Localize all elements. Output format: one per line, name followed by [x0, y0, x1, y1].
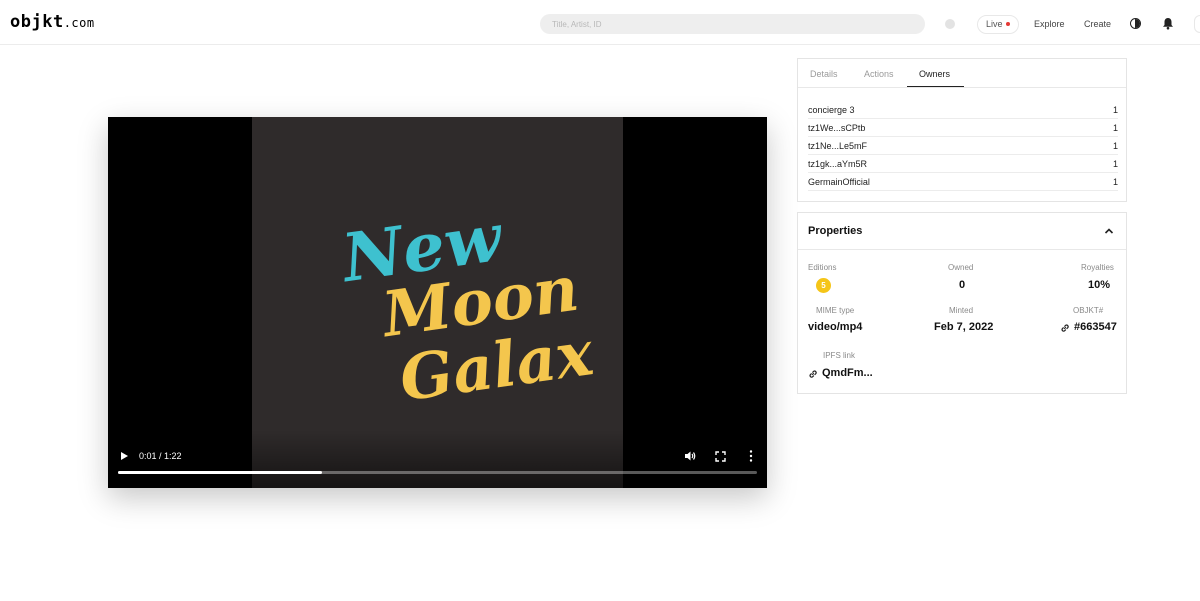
owned-label: Owned	[948, 263, 974, 272]
owner-row: tz1We...sCPtb 1	[808, 119, 1118, 137]
nav-create-link[interactable]: Create	[1084, 19, 1111, 29]
owner-name[interactable]: concierge 3	[808, 105, 855, 115]
owner-row: tz1Ne...Le5mF 1	[808, 137, 1118, 155]
menu-edge-button[interactable]	[1194, 15, 1200, 33]
minted-label: Minted	[949, 306, 974, 315]
royalties-label: Royalties	[1081, 263, 1114, 272]
top-header: objkt.com Live Explore Create	[0, 0, 1200, 45]
chevron-up-icon[interactable]	[1104, 227, 1114, 235]
properties-title: Properties	[808, 225, 863, 237]
active-tab-indicator	[907, 86, 964, 87]
wallet-dot-icon[interactable]	[945, 19, 955, 29]
video-time: 0:01 / 1:22	[139, 451, 182, 461]
owner-row: concierge 3 1	[808, 101, 1118, 119]
tab-owners[interactable]: Owners	[919, 69, 950, 79]
editions-label: Editions	[808, 263, 837, 272]
properties-card: Properties Editions 5 Owned 0 Royalties …	[797, 212, 1127, 394]
logo-main-text: objkt	[10, 12, 64, 32]
live-record-icon	[1005, 21, 1010, 26]
nav-explore-link[interactable]: Explore	[1034, 19, 1065, 29]
video-controls-bar	[108, 430, 767, 488]
video-progress-track[interactable]	[118, 471, 757, 474]
info-tabs: Details Actions Owners	[798, 59, 1126, 88]
objkt-logo[interactable]: objkt.com	[10, 12, 95, 32]
editions-badge: 5	[816, 278, 831, 293]
owner-name[interactable]: tz1We...sCPtb	[808, 123, 865, 133]
owner-qty: 1	[1112, 105, 1118, 115]
link-icon	[1061, 324, 1069, 332]
owner-qty: 1	[1112, 159, 1118, 169]
theme-toggle-icon[interactable]	[1130, 18, 1141, 29]
live-button[interactable]: Live	[977, 15, 1019, 34]
owner-row: GermainOfficial 1	[808, 173, 1118, 191]
ipfs-link-label: IPFS link	[823, 351, 856, 360]
ipfs-link-value[interactable]: QmdFm...	[822, 367, 873, 379]
objkt-id-label: OBJKT#	[1073, 306, 1104, 315]
owner-qty: 1	[1112, 123, 1118, 133]
objkt-id-value[interactable]: #663547	[1074, 321, 1117, 333]
owned-value: 0	[959, 279, 966, 291]
volume-icon[interactable]	[684, 450, 696, 462]
owner-row: tz1gk...aYm5R 1	[808, 155, 1118, 173]
tab-details[interactable]: Details	[810, 69, 838, 79]
tab-actions[interactable]: Actions	[864, 69, 894, 79]
fullscreen-icon[interactable]	[715, 451, 726, 462]
owner-name[interactable]: tz1gk...aYm5R	[808, 159, 867, 169]
search-input[interactable]	[540, 14, 925, 34]
royalties-value: 10%	[1088, 279, 1111, 291]
live-label: Live	[986, 19, 1003, 29]
video-progress-fill	[118, 471, 323, 474]
play-icon[interactable]	[121, 452, 128, 460]
properties-header[interactable]: Properties	[798, 213, 1126, 250]
info-tabs-card: Details Actions Owners concierge 3 1 tz1…	[797, 58, 1127, 202]
mime-type-value: video/mp4	[808, 321, 863, 333]
link-icon	[809, 370, 817, 378]
logo-domain-text: .com	[63, 16, 95, 30]
bell-icon[interactable]	[1162, 17, 1174, 30]
owner-qty: 1	[1112, 141, 1118, 151]
owner-qty: 1	[1112, 177, 1118, 187]
minted-value: Feb 7, 2022	[934, 321, 994, 333]
owner-name[interactable]: tz1Ne...Le5mF	[808, 141, 867, 151]
owner-name[interactable]: GermainOfficial	[808, 177, 870, 187]
more-options-icon[interactable]	[749, 450, 753, 462]
mime-type-label: MIME type	[816, 306, 855, 315]
